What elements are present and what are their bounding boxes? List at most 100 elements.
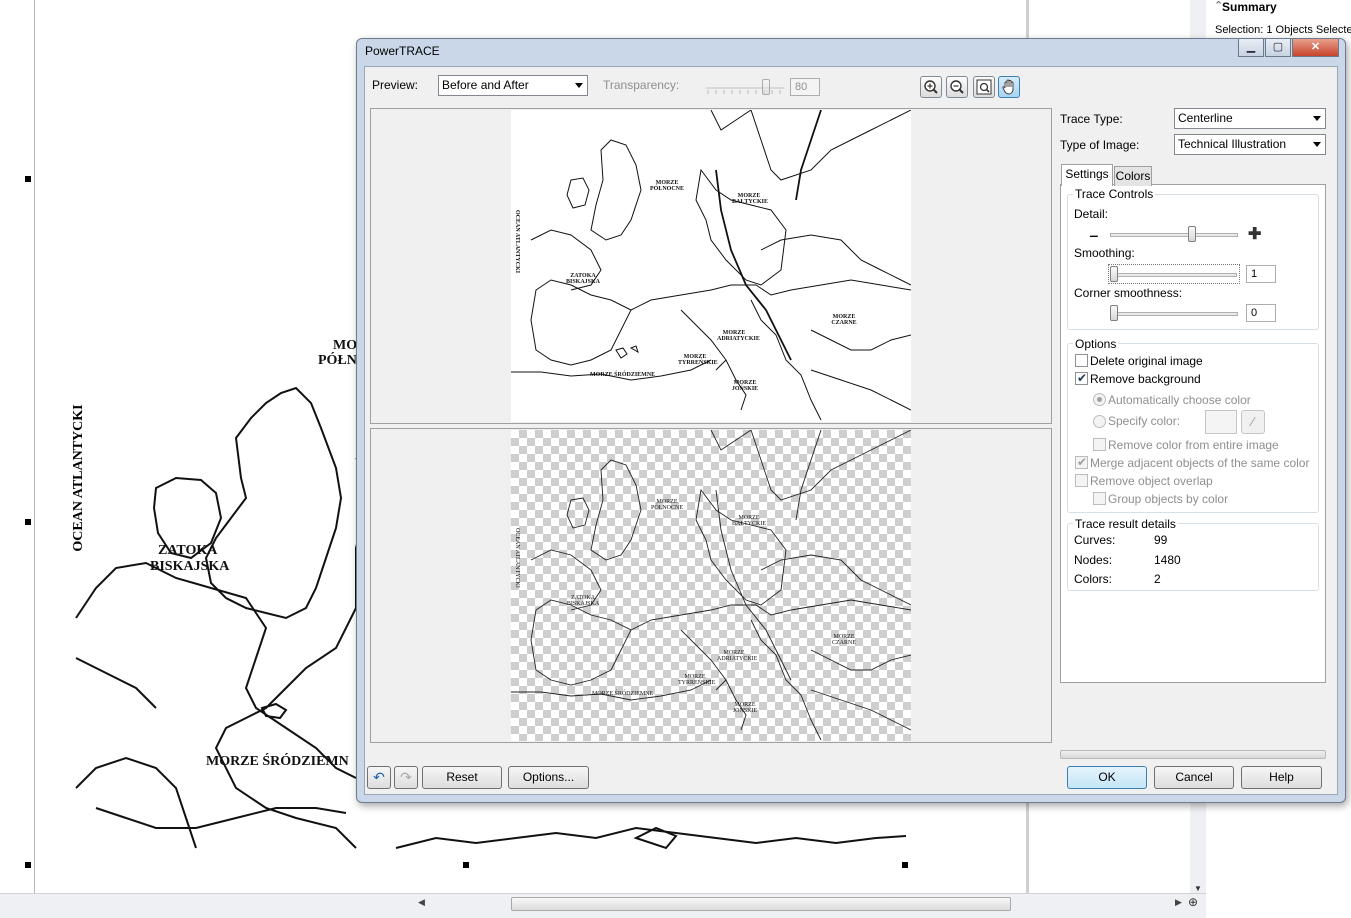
- image-type-value: Technical Illustration: [1178, 137, 1287, 151]
- after-image: [511, 430, 911, 741]
- detail-slider-thumb[interactable]: [1188, 226, 1196, 242]
- chevron-down-icon: [575, 83, 583, 88]
- before-label-ionian: MORZE JOŃSKIE: [731, 380, 759, 392]
- redo-button[interactable]: ↷: [394, 766, 418, 789]
- zoom-out-icon: [950, 80, 964, 94]
- before-label-biscay: ZATOKA BISKAJSKA: [561, 273, 605, 285]
- preview-label: Preview:: [372, 78, 419, 92]
- ok-button[interactable]: OK: [1067, 766, 1147, 789]
- before-label-black-sea: MORZE CZARNE: [831, 314, 857, 326]
- horizontal-scroll-thumb[interactable]: [511, 897, 1011, 911]
- after-label-north-sea: MORZE PÓŁNOCNE: [650, 499, 683, 511]
- after-label-adriatic: MORZE ADRIATYCKIE: [717, 650, 758, 662]
- merge-adjacent-label: Merge adjacent objects of the same color: [1090, 456, 1310, 470]
- redo-icon: ↷: [400, 769, 412, 785]
- page-guide-line: [34, 0, 35, 893]
- smoothing-slider-thumb[interactable]: [1110, 266, 1118, 282]
- cancel-button[interactable]: Cancel: [1154, 766, 1234, 789]
- remove-color-entire-checkbox[interactable]: [1093, 438, 1106, 451]
- plus-icon[interactable]: ✚: [1248, 227, 1261, 243]
- pan-button[interactable]: [998, 76, 1020, 98]
- color-swatch[interactable]: [1205, 410, 1237, 434]
- curves-value: 99: [1154, 533, 1168, 547]
- transparency-slider-thumb[interactable]: [762, 79, 770, 95]
- smoothing-label: Smoothing:: [1074, 246, 1135, 260]
- selection-handle-bottom-left[interactable]: [25, 862, 31, 868]
- trace-type-value: Centerline: [1178, 111, 1233, 125]
- smoothing-slider-track: [1111, 273, 1237, 277]
- smoothing-slider[interactable]: [1108, 264, 1240, 284]
- map-coast-iberia: [75, 561, 357, 779]
- dialog-title: PowerTRACE: [365, 44, 440, 58]
- preview-dropdown[interactable]: Before and After: [438, 75, 588, 96]
- remove-overlap-checkbox[interactable]: [1075, 474, 1088, 487]
- chevron-down-icon: [1313, 116, 1321, 121]
- colors-label: Colors:: [1074, 572, 1113, 586]
- fit-to-window-icon: [976, 79, 992, 95]
- after-label-biscay: ZATOKA BISKAJSKA: [561, 595, 605, 607]
- preview-dropdown-value: Before and After: [442, 78, 529, 92]
- trace-results-title: Trace result details: [1073, 517, 1178, 531]
- close-button[interactable]: ✕: [1292, 38, 1339, 57]
- group-by-color-checkbox[interactable]: [1093, 492, 1106, 505]
- remove-background-checkbox[interactable]: ✔: [1075, 371, 1088, 385]
- before-label-baltic: MORZE BAŁTYCKIE: [732, 193, 769, 205]
- after-map-drawing: [511, 430, 911, 741]
- before-label-biscay-2: BISKAJSKA: [565, 279, 600, 285]
- selection-handle-top-left[interactable]: [25, 176, 31, 182]
- map-coast-south: [95, 807, 906, 849]
- before-label-north-sea: MORZE PÓŁNOCNE: [650, 180, 685, 192]
- corner-smoothness-value-field[interactable]: 0: [1246, 304, 1276, 322]
- options-button[interactable]: Options...: [508, 766, 589, 789]
- merge-adjacent-checkbox[interactable]: ✔: [1075, 455, 1088, 469]
- reset-button[interactable]: Reset: [422, 766, 502, 789]
- curves-label: Curves:: [1074, 533, 1116, 547]
- after-label-atlantic: OCEAN ATLANTYCKI: [514, 528, 520, 588]
- corner-smoothness-slider[interactable]: [1110, 305, 1238, 323]
- selection-handle-middle-left[interactable]: [25, 519, 31, 525]
- detail-slider[interactable]: [1110, 226, 1238, 244]
- scroll-left-arrow-icon[interactable]: ◀: [418, 897, 425, 908]
- help-button[interactable]: Help: [1241, 766, 1322, 789]
- auto-color-radio[interactable]: [1093, 393, 1106, 406]
- zoom-in-button[interactable]: [920, 76, 942, 98]
- specify-color-label: Specify color:: [1108, 414, 1181, 428]
- image-type-dropdown[interactable]: Technical Illustration: [1174, 134, 1326, 155]
- maximize-button[interactable]: ▢: [1265, 38, 1291, 57]
- bg-label-mediterranean: MORZE ŚRÓDZIEMN: [206, 754, 349, 769]
- after-label-ionian: MORZE JOŃSKIE: [732, 702, 758, 714]
- scroll-right-arrow-icon[interactable]: ▶: [1175, 897, 1182, 908]
- tab-settings[interactable]: Settings: [1061, 164, 1113, 186]
- remove-overlap-label: Remove object overlap: [1090, 474, 1213, 488]
- delete-original-checkbox[interactable]: [1075, 354, 1088, 367]
- bg-label-biscay-1: ZATOKA: [158, 543, 218, 558]
- minimize-button[interactable]: ▁: [1238, 38, 1264, 57]
- fit-to-window-button[interactable]: [973, 76, 995, 98]
- scroll-down-arrow-icon[interactable]: ▼: [1190, 884, 1206, 893]
- map-coast-british-isles: [204, 386, 343, 620]
- undo-button[interactable]: ↶: [367, 766, 391, 789]
- corner-slider-thumb[interactable]: [1110, 305, 1118, 321]
- corner-smoothness-label: Corner smoothness:: [1074, 286, 1183, 300]
- remove-color-entire-label: Remove color from entire image: [1108, 438, 1279, 452]
- before-label-atlantic: OCEAN ATLANTYCKI: [514, 210, 520, 274]
- eyedropper-icon[interactable]: ⁄: [1241, 410, 1265, 434]
- transparency-value-field[interactable]: 80: [790, 78, 820, 96]
- transparency-slider[interactable]: [706, 79, 784, 95]
- zoom-out-button[interactable]: [946, 76, 968, 98]
- selection-handle-bottom-center[interactable]: [463, 862, 469, 868]
- nodes-label: Nodes:: [1074, 553, 1113, 567]
- trace-controls-title: Trace Controls: [1073, 187, 1156, 201]
- zoom-tool-icon[interactable]: ⊕: [1188, 895, 1198, 909]
- bg-label-north-sea-1: MO: [333, 338, 358, 353]
- selection-handle-bottom-right[interactable]: [902, 862, 908, 868]
- bg-label-biscay-2: BISKAJSKA: [150, 559, 230, 574]
- tab-colors[interactable]: Colors: [1114, 166, 1152, 186]
- smoothing-value-field[interactable]: 1: [1246, 265, 1276, 283]
- trace-type-dropdown[interactable]: Centerline: [1174, 108, 1326, 129]
- after-label-black-sea: MORZE CZARNE: [832, 634, 856, 646]
- minus-icon[interactable]: ‒: [1090, 228, 1098, 242]
- radio-dot: [1097, 397, 1102, 402]
- specify-color-radio[interactable]: [1093, 415, 1106, 428]
- progress-bar: [1060, 750, 1326, 759]
